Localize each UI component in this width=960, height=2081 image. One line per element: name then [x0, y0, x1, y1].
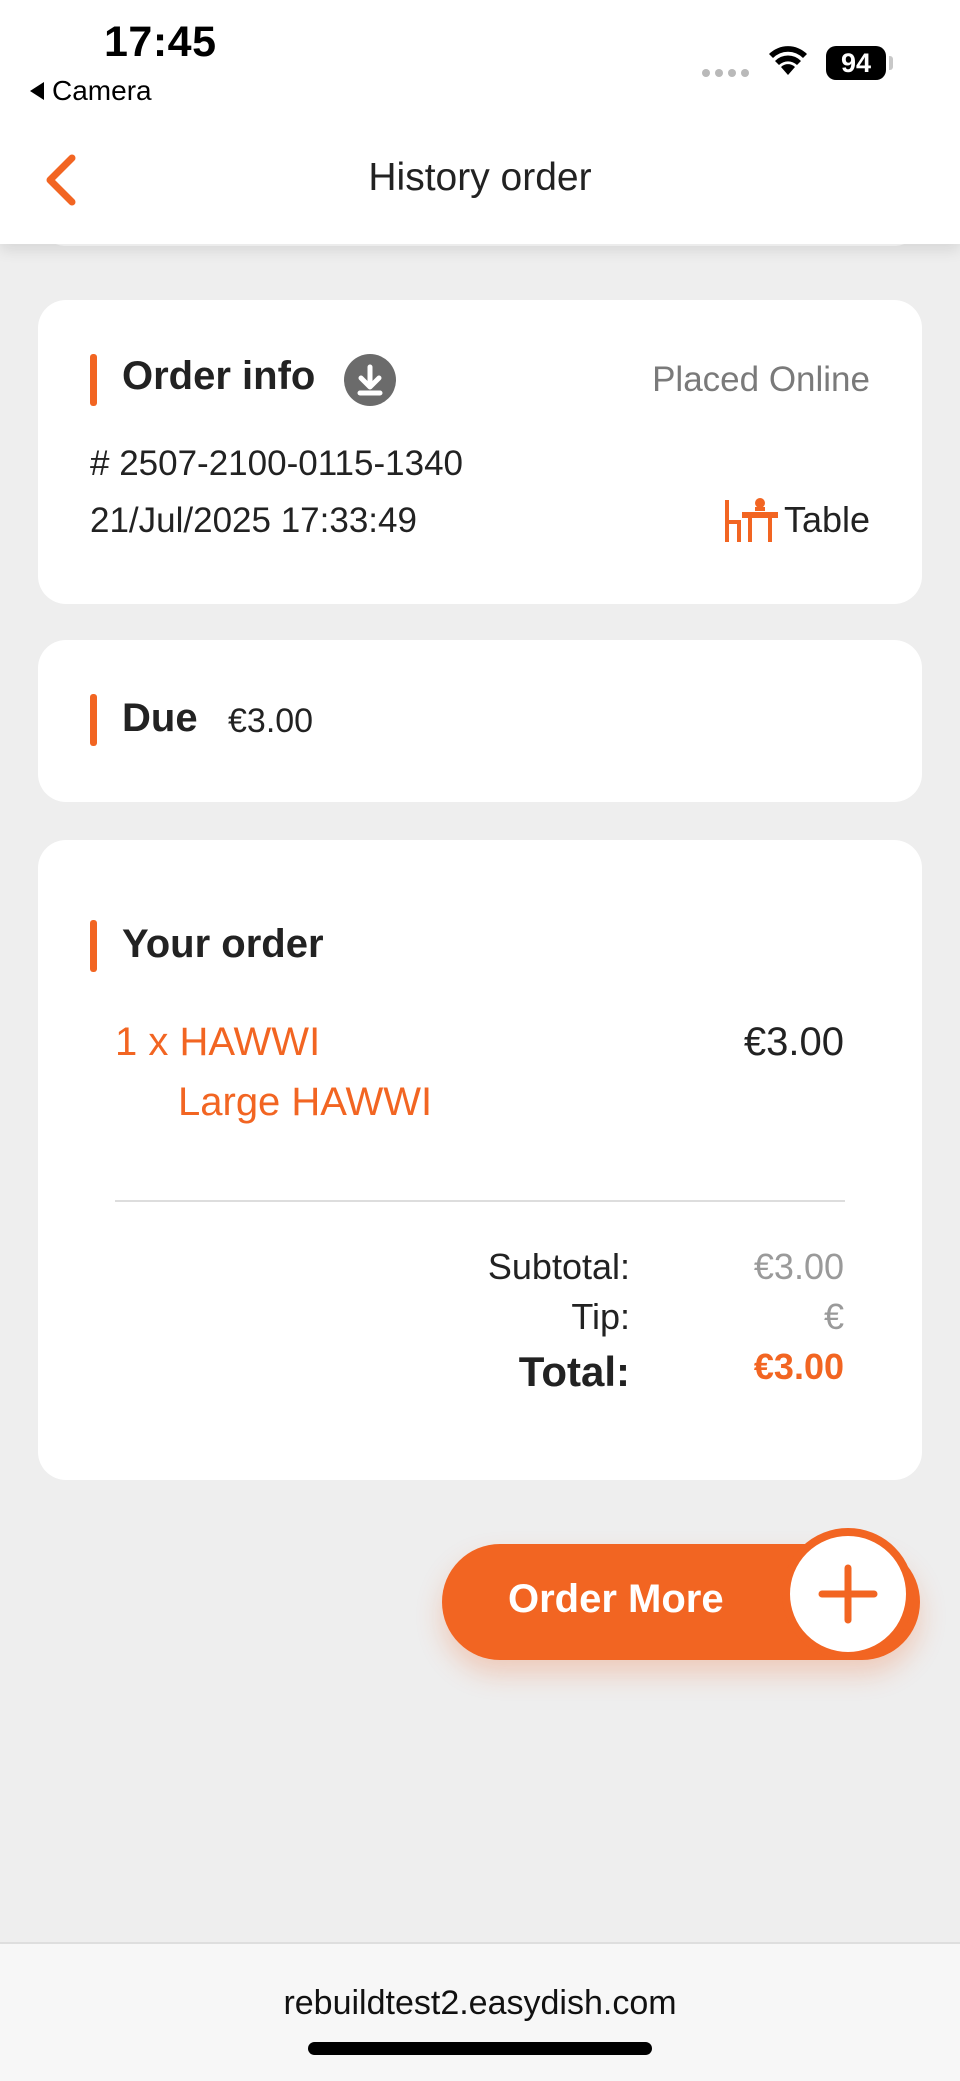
total-label: Total: — [518, 1348, 630, 1395]
back-triangle-icon — [30, 82, 44, 100]
order-item-price: €3.00 — [743, 1020, 844, 1064]
plus-icon[interactable] — [782, 1528, 914, 1660]
total-value: €3.00 — [753, 1346, 844, 1387]
tip-value: € — [823, 1296, 844, 1337]
order-source: Placed Online — [652, 360, 870, 399]
status-back-to-app[interactable]: Camera — [30, 75, 152, 107]
battery-tip — [889, 56, 893, 70]
order-info-title: Order info — [122, 354, 316, 398]
due-label: Due — [122, 696, 198, 740]
status-back-app-label: Camera — [52, 75, 152, 106]
order-info-card: Order info Placed Online # 2507-2100-011… — [38, 300, 922, 604]
section-accent-bar — [90, 694, 97, 746]
service-type: Table — [722, 494, 870, 546]
browser-url-bar[interactable]: rebuildtest2.easydish.com — [0, 1942, 960, 2081]
service-type-label: Table — [783, 499, 870, 540]
divider — [115, 1200, 845, 1202]
order-item-option: Large HAWWI — [178, 1080, 433, 1124]
order-number: # 2507-2100-0115-1340 — [90, 444, 464, 483]
your-order-title: Your order — [122, 922, 324, 966]
url-text[interactable]: rebuildtest2.easydish.com — [0, 1984, 960, 2023]
order-more-label: Order More — [508, 1577, 724, 1621]
page-title: History order — [368, 156, 592, 199]
due-card: Due €3.00 — [38, 640, 922, 802]
subtotal-label: Subtotal: — [487, 1246, 630, 1287]
table-chair-icon — [724, 498, 778, 542]
battery-indicator: 94 — [826, 46, 886, 80]
status-time: 17:45 — [104, 18, 217, 66]
subtotal-value: €3.00 — [753, 1246, 844, 1287]
order-date: 21/Jul/2025 17:33:49 — [90, 501, 417, 540]
wifi-icon — [769, 46, 807, 75]
section-accent-bar — [90, 354, 97, 406]
tip-label: Tip: — [571, 1296, 630, 1337]
your-order-card: Your order 1 x HAWWI Large HAWWI €3.00 S… — [38, 840, 922, 1480]
order-more-button[interactable]: Order More — [442, 1528, 920, 1660]
home-indicator[interactable] — [308, 2042, 652, 2055]
download-icon[interactable] — [344, 354, 396, 406]
cellular-signal-icon — [702, 69, 749, 77]
section-accent-bar — [90, 920, 97, 972]
order-item-name: 1 x HAWWI — [115, 1020, 321, 1064]
due-amount: €3.00 — [228, 702, 314, 740]
top-bar: 17:45 Camera 94 History order — [0, 0, 960, 244]
